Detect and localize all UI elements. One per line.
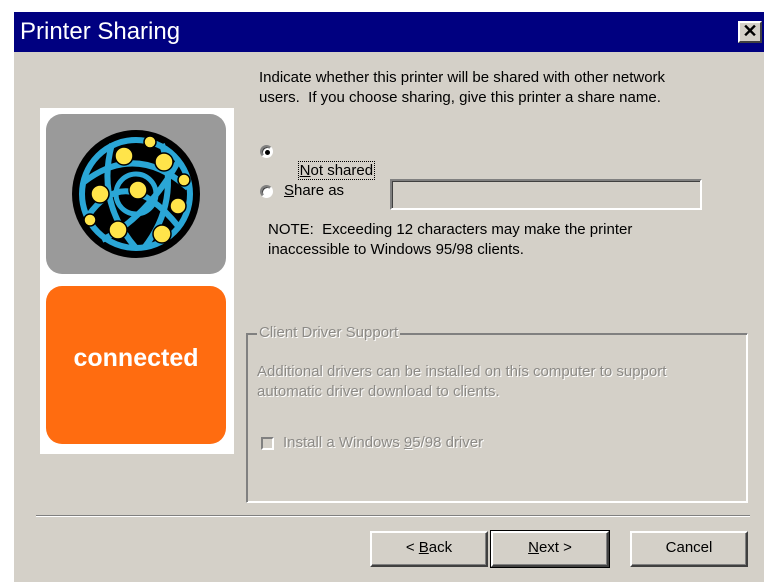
client-driver-groupbox: Client Driver Support Additional drivers… [246, 323, 748, 503]
back-text: ack [428, 539, 453, 556]
wizard-image: connected [40, 108, 234, 454]
back-button[interactable]: < Back [370, 531, 488, 567]
install-driver-checkbox[interactable] [261, 437, 274, 450]
client-driver-desc-2: automatic driver download to clients. [257, 383, 500, 400]
connected-tile: connected [46, 286, 226, 444]
next-mnemonic: N [528, 539, 539, 556]
note-line-1: NOTE: Exceeding 12 characters may make t… [268, 221, 633, 238]
printer-sharing-dialog: Printer Sharing ✕ connected Indicate whe… [12, 10, 764, 582]
not-shared-text: ot shared [310, 162, 374, 179]
title-bar: Printer Sharing ✕ [14, 12, 764, 52]
button-separator [36, 515, 750, 517]
focus-rect: Not shared [297, 161, 376, 180]
not-shared-radio[interactable] [260, 145, 273, 158]
network-globe-icon [72, 130, 200, 258]
note-line-2: inaccessible to Windows 95/98 clients. [268, 241, 524, 258]
install-driver-pre: Install a Windows [283, 434, 404, 451]
intro-line-2: users. If you choose sharing, give this … [259, 89, 661, 106]
back-mnemonic: B [418, 539, 429, 556]
install-driver-label[interactable]: Install a Windows 95/98 driver [283, 433, 483, 452]
connected-label: connected [73, 344, 199, 372]
radio-selected-dot [265, 150, 270, 155]
share-name-input[interactable] [390, 179, 702, 210]
close-icon: ✕ [742, 21, 758, 41]
cancel-button[interactable]: Cancel [630, 531, 748, 567]
share-as-text: hare as [294, 182, 345, 199]
client-driver-legend: Client Driver Support [257, 323, 401, 342]
client-driver-desc-1: Additional drivers can be installed on t… [257, 363, 667, 380]
intro-line-1: Indicate whether this printer will be sh… [259, 69, 666, 86]
network-tile [46, 114, 226, 274]
share-as-label[interactable]: Share as [284, 181, 344, 200]
install-driver-mnemonic: 9 [403, 434, 413, 451]
back-prefix: < [405, 539, 419, 556]
share-as-radio[interactable] [260, 185, 273, 198]
install-driver-post: 5/98 driver [412, 434, 484, 451]
share-as-mnemonic: S [284, 182, 295, 199]
close-button[interactable]: ✕ [738, 21, 762, 43]
next-text: ext > [538, 539, 572, 556]
next-button[interactable]: Next > [490, 530, 610, 568]
not-shared-mnemonic: N [299, 162, 311, 179]
window-title: Printer Sharing [20, 18, 181, 45]
